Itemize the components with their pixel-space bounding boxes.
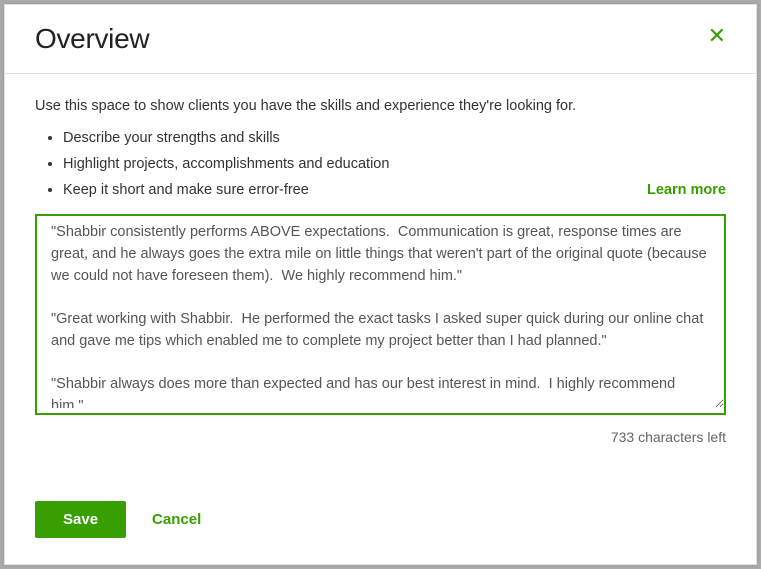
learn-more-link[interactable]: Learn more [647, 182, 726, 198]
modal-title: Overview [35, 23, 149, 55]
tips-row: Describe your strengths and skills Highl… [35, 130, 726, 208]
overview-modal: Overview ✕ Use this space to show client… [4, 4, 757, 565]
modal-footer: Save Cancel [5, 483, 756, 564]
modal-body: Use this space to show clients you have … [5, 74, 756, 483]
modal-header: Overview ✕ [5, 5, 756, 74]
save-button[interactable]: Save [35, 501, 126, 538]
textarea-container [35, 214, 726, 415]
modal-backdrop: Overview ✕ Use this space to show client… [0, 0, 761, 569]
list-item: Keep it short and make sure error-free [63, 182, 647, 198]
close-icon[interactable]: ✕ [708, 23, 726, 47]
cancel-button[interactable]: Cancel [152, 511, 201, 528]
tips-list: Describe your strengths and skills Highl… [35, 130, 647, 208]
intro-text: Use this space to show clients you have … [35, 98, 726, 114]
char-count: 733 characters left [35, 429, 726, 445]
list-item: Highlight projects, accomplishments and … [63, 156, 647, 172]
overview-textarea[interactable] [37, 216, 724, 408]
list-item: Describe your strengths and skills [63, 130, 647, 146]
